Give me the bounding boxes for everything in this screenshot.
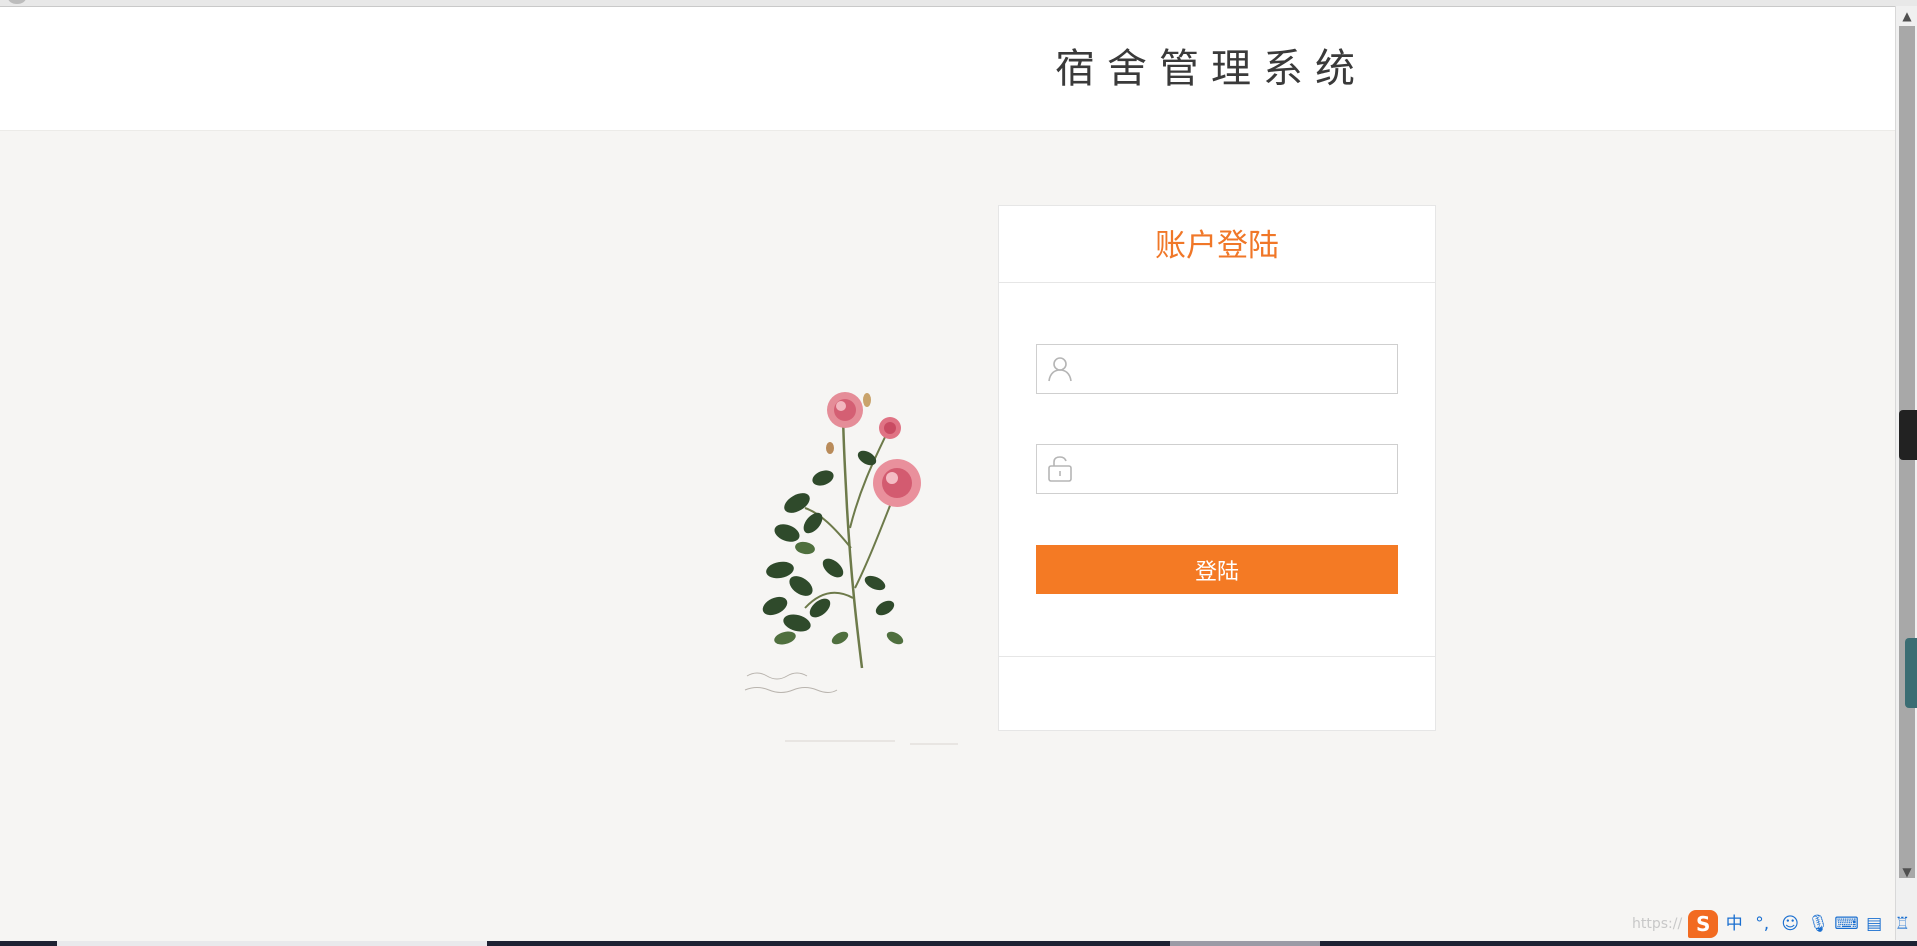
browser-top-edge: [0, 0, 1917, 7]
taskbar-window[interactable]: [1170, 941, 1320, 946]
login-button[interactable]: 登陆: [1036, 545, 1398, 594]
taskbar-edge: [0, 941, 1917, 946]
ime-punctuation-toggle[interactable]: °,: [1750, 912, 1774, 936]
page: 宿舍管理系统 账户登陆 登陆 ▲ ▼ https:// S 中 °, ☺ 🎙 ⌨…: [0, 0, 1917, 946]
vertical-scrollbar[interactable]: ▲ ▼: [1895, 6, 1917, 940]
password-input[interactable]: [1083, 451, 1392, 489]
site-header: 宿舍管理系统: [0, 7, 1895, 131]
browser-icon: [8, 0, 26, 4]
login-panel-footer: [999, 656, 1435, 731]
password-field[interactable]: [1036, 444, 1398, 494]
login-panel: 账户登陆 登陆: [998, 205, 1436, 731]
ime-watermark-text: https://: [1632, 916, 1683, 932]
scroll-down-arrow-icon[interactable]: ▼: [1899, 864, 1915, 880]
side-widget-handle[interactable]: [1899, 410, 1917, 460]
username-input[interactable]: [1083, 351, 1392, 389]
shirt-icon[interactable]: ♖: [1890, 912, 1914, 936]
taskbar-active-window[interactable]: [57, 941, 487, 946]
login-title: 账户登陆: [1155, 228, 1279, 264]
rose-illustration: [744, 392, 958, 745]
ime-logo-icon[interactable]: S: [1688, 910, 1719, 938]
lock-icon: [1048, 456, 1072, 482]
site-title: 宿舍管理系统: [1055, 46, 1367, 92]
toolbox-icon[interactable]: ▤: [1862, 912, 1886, 936]
username-field[interactable]: [1036, 344, 1398, 394]
scroll-up-arrow-icon[interactable]: ▲: [1899, 8, 1915, 24]
emoji-icon[interactable]: ☺: [1778, 912, 1802, 936]
user-icon: [1048, 357, 1072, 382]
ime-mode-toggle[interactable]: 中: [1722, 912, 1746, 936]
keyboard-icon[interactable]: ⌨: [1834, 912, 1859, 936]
login-panel-header: 账户登陆: [999, 206, 1435, 283]
side-widget-meter[interactable]: [1905, 638, 1917, 708]
ime-toolbar: https:// S 中 °, ☺ 🎙 ⌨ ▤ ♖ ▦: [1632, 910, 1917, 938]
microphone-icon[interactable]: 🎙: [1806, 912, 1830, 936]
